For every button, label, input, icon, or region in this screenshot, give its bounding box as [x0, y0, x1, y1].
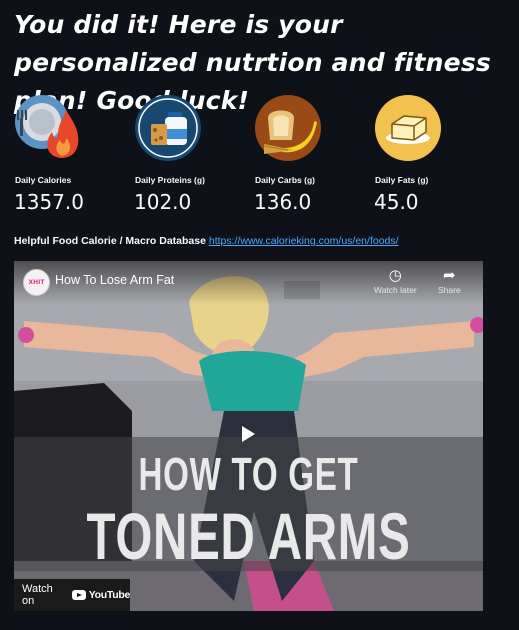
share-arrow-icon: ➦ — [443, 267, 456, 284]
metric-value: 102.0 — [134, 190, 192, 214]
video-title-link[interactable]: How To Lose Arm Fat — [55, 273, 174, 287]
youtube-play-icon — [71, 590, 86, 600]
metric-calories: Daily Calories 1357.0 — [14, 94, 124, 214]
share-label: Share — [438, 285, 461, 295]
metric-value: 45.0 — [374, 190, 419, 214]
metric-value: 1357.0 — [14, 190, 84, 214]
share-button[interactable]: ➦ Share — [438, 267, 461, 295]
watch-on-label: Watch on — [22, 583, 53, 607]
carbs-bread-banana-icon — [255, 95, 321, 161]
metric-proteins: Daily Proteins (g) 102.0 — [134, 94, 244, 214]
watch-later-label: Watch later — [374, 285, 417, 295]
channel-avatar[interactable]: XHIT — [23, 269, 50, 296]
metric-label: Daily Fats (g) — [375, 175, 429, 185]
overlay-text-line2: TONED ARMS — [86, 499, 411, 573]
youtube-video-embed[interactable]: HOW TO GET TONED ARMS XHIT How To Lose A… — [14, 261, 483, 611]
youtube-logo: YouTube — [71, 589, 131, 601]
overlay-text-line1: HOW TO GET — [138, 448, 359, 500]
watch-later-button[interactable]: ◷ Watch later — [374, 267, 417, 295]
watch-on-youtube-button[interactable]: Watch on YouTube — [14, 579, 130, 611]
fats-butter-icon — [375, 95, 441, 161]
metric-label: Daily Calories — [15, 175, 72, 185]
food-database-link[interactable]: https://www.calorieking.com/us/en/foods/ — [209, 235, 399, 247]
play-icon — [242, 426, 255, 442]
metric-label: Daily Carbs (g) — [255, 175, 315, 185]
youtube-wordmark: YouTube — [88, 589, 131, 601]
clock-icon: ◷ — [388, 267, 402, 284]
metric-fats: Daily Fats (g) 45.0 — [374, 94, 484, 214]
food-database-label: Helpful Food Calorie / Macro Database — [14, 235, 206, 247]
calories-plate-flame-icon — [15, 95, 79, 158]
food-database-line: Helpful Food Calorie / Macro Database ht… — [14, 235, 399, 247]
metric-label: Daily Proteins (g) — [135, 175, 205, 185]
metric-carbs: Daily Carbs (g) 136.0 — [254, 94, 364, 214]
play-button[interactable] — [236, 421, 260, 447]
metric-value: 136.0 — [254, 190, 312, 214]
protein-milk-icon — [135, 95, 201, 161]
